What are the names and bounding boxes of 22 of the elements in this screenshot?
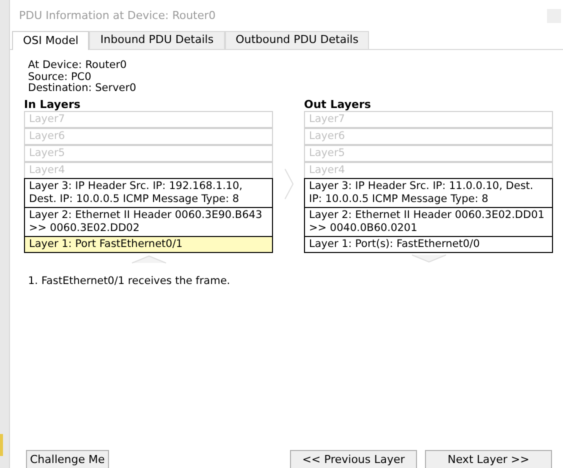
info-text: Source: PC0 xyxy=(28,72,92,83)
info-text: At Device: Router0 xyxy=(28,60,128,72)
window-title: PDU Information at Device: Router0 xyxy=(19,8,216,24)
info-text: Destination: Server0 xyxy=(28,83,138,94)
layer-item[interactable]: Layer 1: Port FastEthernet0/1 xyxy=(24,236,273,252)
panel-title: Out Layers xyxy=(304,98,372,110)
next-layer-button[interactable]: Next Layer >> xyxy=(425,450,552,468)
down-arrow-icon[interactable] xyxy=(410,254,446,264)
layer-item[interactable]: Layer 3: IP Header Src. IP: 11.0.0.10, Dest. IP: 10.0.0.5 ICMP Message Type: 8 xyxy=(304,178,553,208)
challenge-button[interactable]: Challenge Me xyxy=(26,450,109,468)
tab[interactable]: Inbound PDU Details xyxy=(89,31,225,49)
previous-layer-button[interactable]: << Previous Layer xyxy=(290,450,417,468)
layer-item[interactable]: Layer 3: IP Header Src. IP: 192.168.1.10, Dest. IP: 10.0.0.5 ICMP Message Type: 8 xyxy=(24,178,273,208)
panel-title: In Layers xyxy=(24,98,82,110)
layer-item[interactable]: Layer 1: Port(s): FastEthernet0/0 xyxy=(304,236,553,252)
layer-item[interactable]: Layer 2: Ethernet II Header 0060.3E02.DD01 >> 0040.0B60.0201 xyxy=(304,206,553,236)
layer-item[interactable]: Layer 2: Ethernet II Header 0060.3E90.B643 >> 0060.3E02.DD02 xyxy=(24,206,273,236)
side-strip xyxy=(0,434,3,456)
tab[interactable]: OSI Model xyxy=(12,31,90,50)
description-text: 1. FastEthernet0/1 receives the frame. xyxy=(28,274,232,288)
up-arrow-icon[interactable] xyxy=(130,254,166,264)
tab[interactable]: Outbound PDU Details xyxy=(224,31,370,49)
